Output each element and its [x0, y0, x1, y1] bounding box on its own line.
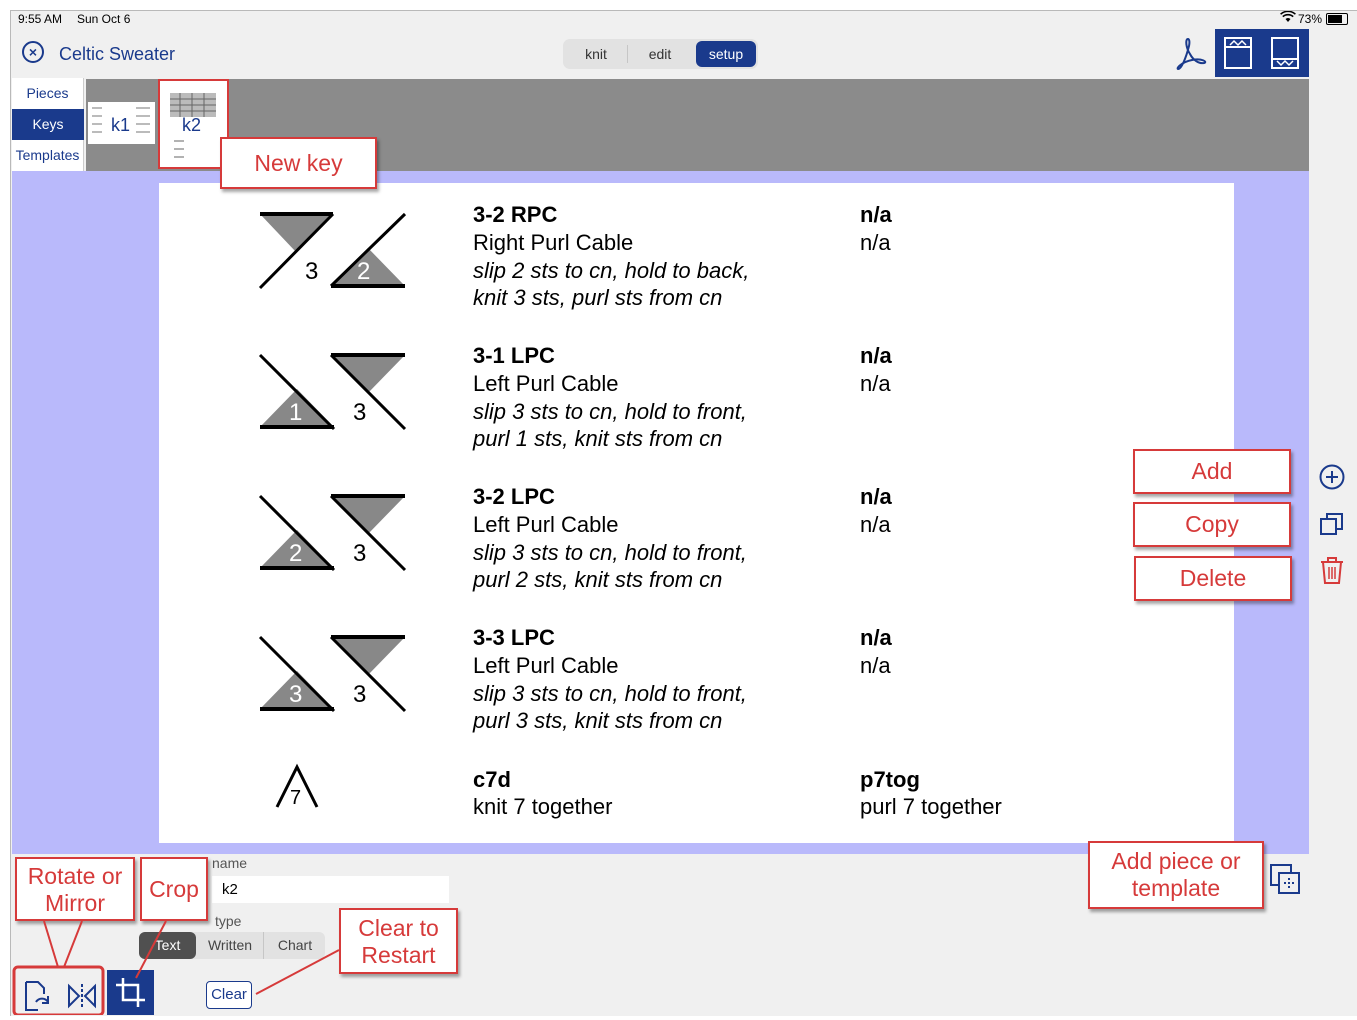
key-code: 3-1 LPC: [473, 343, 555, 368]
symbol-number: 7: [290, 787, 302, 809]
bottom-chart-view-icon[interactable]: [1271, 37, 1299, 74]
callout-rotate-or-mirror: Rotate or Mirror: [15, 857, 135, 921]
callout-new-key: New key: [220, 137, 377, 189]
close-circle-icon[interactable]: ×: [22, 41, 44, 63]
key-description-2: purl 3 sts, knit sts from cn: [473, 708, 723, 733]
trash-icon[interactable]: [1318, 556, 1346, 591]
add-piece-icon[interactable]: [1268, 862, 1302, 901]
battery-percent: 73%: [1298, 12, 1323, 26]
thumbnail-k2[interactable]: k2: [158, 79, 229, 169]
status-time: 9:55 AM: [18, 12, 63, 26]
side-tab-templates[interactable]: Templates: [12, 140, 84, 171]
key-description-2: purl 1 sts, knit sts from cn: [473, 426, 723, 451]
symbol-right-purl-cable: 3 2: [255, 210, 410, 297]
clear-button[interactable]: Clear: [206, 981, 252, 1009]
battery-icon: [1326, 13, 1348, 25]
tab-edit[interactable]: edit: [629, 41, 691, 67]
name-label: name: [212, 855, 248, 871]
symbol-number-b: 3: [353, 540, 367, 567]
key-code: 3-2 RPC: [473, 202, 558, 227]
symbol-number-a: 3: [289, 681, 303, 708]
wifi-icon: [1280, 10, 1296, 26]
ws-name: n/a: [860, 653, 891, 678]
key-name: knit 7 together: [473, 794, 613, 819]
symbol-number-b: 3: [353, 399, 367, 426]
type-label: type: [215, 913, 242, 929]
type-segmented-control: Text Written Chart: [139, 932, 325, 959]
thumbnail-label-k2: k2: [182, 115, 202, 135]
side-tab-pieces[interactable]: Pieces: [12, 78, 84, 109]
mirror-icon[interactable]: [66, 982, 98, 1015]
ws-name: n/a: [860, 512, 891, 537]
type-written-option[interactable]: Written: [198, 932, 262, 959]
type-chart-option[interactable]: Chart: [263, 932, 326, 959]
copy-icon[interactable]: [1318, 510, 1346, 543]
rotate-icon[interactable]: [22, 980, 52, 1017]
key-description-2: purl 2 sts, knit sts from cn: [473, 567, 723, 592]
callout-crop: Crop: [140, 857, 208, 921]
key-name: Left Purl Cable: [473, 371, 619, 396]
ws-code: n/a: [860, 484, 892, 509]
crop-button[interactable]: [107, 970, 154, 1015]
name-input[interactable]: [212, 876, 449, 903]
key-code: 3-2 LPC: [473, 484, 555, 509]
segment-divider: [627, 45, 628, 63]
pdf-icon[interactable]: [1172, 36, 1208, 77]
ws-code: n/a: [860, 625, 892, 650]
callout-delete: Delete: [1134, 556, 1292, 601]
key-name: Right Purl Cable: [473, 230, 634, 255]
ws-code: n/a: [860, 202, 892, 227]
key-description-1: slip 3 sts to cn, hold to front,: [473, 399, 747, 424]
key-code: c7d: [473, 767, 511, 792]
key-name: Left Purl Cable: [473, 653, 619, 678]
page-margin-left: [12, 171, 159, 854]
tab-knit[interactable]: knit: [565, 41, 627, 67]
ws-name: n/a: [860, 371, 891, 396]
symbol-number-b: 3: [353, 681, 367, 708]
symbol-decrease: 7: [273, 763, 323, 818]
symbol-number-a: 2: [289, 540, 303, 567]
symbol-number-b: 2: [357, 258, 371, 285]
key-name: Left Purl Cable: [473, 512, 619, 537]
type-text-option[interactable]: Text: [139, 932, 196, 959]
document-title: Celtic Sweater: [59, 44, 176, 64]
symbol-number-a: 1: [289, 399, 303, 426]
tab-setup[interactable]: setup: [696, 41, 756, 67]
mode-segmented-control: knit edit setup: [563, 39, 758, 69]
ws-name: n/a: [860, 230, 891, 255]
key-description-2: knit 3 sts, purl sts from cn: [473, 285, 723, 310]
thumbnail-k1[interactable]: k1: [88, 102, 155, 144]
side-tab-keys[interactable]: Keys: [12, 109, 84, 140]
status-date: Sun Oct 6: [77, 12, 131, 26]
symbol-left-purl-cable: 2 3: [255, 492, 410, 579]
top-chart-view-icon[interactable]: [1224, 37, 1252, 74]
callout-add-piece-or-template: Add piece or template: [1088, 841, 1264, 909]
add-circle-icon[interactable]: [1318, 463, 1346, 496]
key-description-1: slip 3 sts to cn, hold to front,: [473, 540, 747, 565]
callout-add: Add: [1133, 449, 1291, 494]
thumbnail-label-k1: k1: [111, 115, 131, 135]
symbol-number-a: 3: [305, 258, 319, 285]
ws-code: n/a: [860, 343, 892, 368]
symbol-left-purl-cable: 1 3: [255, 351, 410, 438]
ws-code: p7tog: [860, 767, 920, 792]
key-description-1: slip 3 sts to cn, hold to front,: [473, 681, 747, 706]
callout-copy: Copy: [1133, 502, 1291, 547]
callout-clear-to-restart: Clear to Restart: [339, 908, 458, 974]
key-description-1: slip 2 sts to cn, hold to back,: [473, 258, 750, 283]
key-code: 3-3 LPC: [473, 625, 555, 650]
ws-name: purl 7 together: [860, 794, 1002, 819]
symbol-left-purl-cable: 3 3: [255, 633, 410, 720]
